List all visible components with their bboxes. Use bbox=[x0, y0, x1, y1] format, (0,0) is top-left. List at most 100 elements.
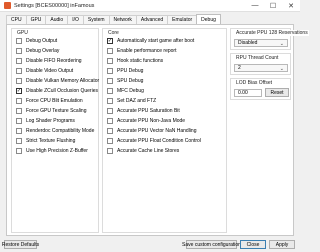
core-option[interactable]: PPU Debug bbox=[107, 68, 143, 74]
lod-bias-reset-button[interactable]: Reset bbox=[265, 88, 289, 97]
checkbox-label: Renderdoc Compatibility Mode bbox=[26, 128, 95, 134]
checkbox[interactable] bbox=[16, 98, 22, 104]
gpu-option[interactable]: ✓ Disable ZCull Occlusion Queries bbox=[16, 88, 98, 94]
checkbox[interactable]: ✓ bbox=[16, 88, 22, 94]
checkbox-label: Disable Vulkan Memory Allocator bbox=[26, 78, 100, 84]
chevron-down-icon: ⌄ bbox=[279, 66, 284, 72]
checkbox-label: Set DAZ and FTZ bbox=[117, 98, 157, 104]
checkbox[interactable] bbox=[107, 148, 113, 154]
gpu-option[interactable]: Debug Output bbox=[16, 38, 57, 44]
tab-advanced[interactable]: Advanced bbox=[135, 15, 169, 24]
checkbox-label: Automatically start game after boot bbox=[117, 38, 195, 44]
checkbox[interactable] bbox=[16, 78, 22, 84]
checkbox[interactable] bbox=[16, 68, 22, 74]
checkbox[interactable] bbox=[107, 48, 113, 54]
checkbox[interactable] bbox=[107, 88, 113, 94]
checkbox-label: Accurate PPU Float Condition Control bbox=[117, 138, 201, 144]
checkbox[interactable] bbox=[107, 138, 113, 144]
checkbox-label: Force CPU Blit Emulation bbox=[26, 98, 83, 104]
core-option[interactable]: Accurate PPU Vector NaN Handling bbox=[107, 128, 196, 134]
checkbox-label: Debug Overlay bbox=[26, 48, 60, 54]
apply-button[interactable]: Apply bbox=[269, 240, 295, 249]
gpu-option[interactable]: Log Shader Programs bbox=[16, 118, 75, 124]
tab-system[interactable]: System bbox=[82, 15, 110, 24]
debug-panel: GPU Debug Output Debug Overlay Disable FIF… bbox=[6, 24, 309, 236]
checkbox[interactable] bbox=[107, 108, 113, 114]
checkbox-label: SPU Debug bbox=[117, 78, 144, 84]
lod-bias-input[interactable]: 0.00 bbox=[234, 89, 262, 97]
lod-bias-group-title: LOD Bias Offset bbox=[235, 80, 274, 86]
gpu-option[interactable]: Disable Video Output bbox=[16, 68, 73, 74]
checkbox-label: Enable performance report bbox=[117, 48, 177, 54]
checkbox[interactable] bbox=[107, 128, 113, 134]
checkbox[interactable]: ✓ bbox=[107, 38, 113, 44]
checkbox[interactable] bbox=[16, 148, 22, 154]
checkbox-label: Use High Precision Z-Buffer bbox=[26, 148, 88, 154]
checkbox[interactable] bbox=[16, 128, 22, 134]
checkbox-label: Strict Texture Flushing bbox=[26, 138, 76, 144]
gpu-group-title: GPU bbox=[16, 30, 29, 36]
gpu-option[interactable]: Strict Texture Flushing bbox=[16, 138, 75, 144]
maximize-button[interactable]: ☐ bbox=[264, 0, 282, 12]
checkbox-label: Accurate Cache Line Stores bbox=[117, 148, 180, 154]
gpu-option[interactable]: Renderdoc Compatibility Mode bbox=[16, 128, 94, 134]
tab-audio[interactable]: Audio bbox=[45, 15, 69, 24]
save-custom-configuration-button[interactable]: Save custom configuration bbox=[182, 240, 241, 249]
checkbox-label: Accurate PPU Non-Java Mode bbox=[117, 118, 186, 124]
tab-debug[interactable]: Debug bbox=[196, 14, 221, 24]
checkbox[interactable] bbox=[16, 58, 22, 64]
core-option[interactable]: Hook static functions bbox=[107, 58, 163, 64]
checkbox-label: Accurate PPU Vector NaN Handling bbox=[117, 128, 197, 134]
gpu-option[interactable]: Debug Overlay bbox=[16, 48, 59, 54]
thread-count-group-title: RPU Thread Count bbox=[235, 55, 280, 61]
checkbox-label: Log Shader Programs bbox=[26, 118, 75, 124]
reservations-group-title: Accurate PPU 128 Reservations bbox=[235, 30, 309, 36]
close-button[interactable]: Close bbox=[240, 240, 266, 249]
lod-bias-group: LOD Bias Offset 0.00 Reset bbox=[230, 78, 291, 100]
checkbox[interactable] bbox=[107, 118, 113, 124]
checkbox[interactable] bbox=[107, 78, 113, 84]
checkbox-label: Debug Output bbox=[26, 38, 58, 44]
core-option[interactable]: ✓ Automatically start game after boot bbox=[107, 38, 194, 44]
gpu-option[interactable]: Force CPU Blit Emulation bbox=[16, 98, 83, 104]
checkbox[interactable] bbox=[107, 68, 113, 74]
thread-count-select-value: 2 bbox=[238, 65, 241, 71]
core-group-title: Core bbox=[107, 30, 120, 36]
core-option[interactable]: Accurate Cache Line Stores bbox=[107, 148, 179, 154]
checkbox[interactable] bbox=[16, 48, 22, 54]
core-option[interactable]: Accurate PPU Float Condition Control bbox=[107, 138, 201, 144]
core-option[interactable]: SPU Debug bbox=[107, 78, 143, 84]
checkbox[interactable] bbox=[16, 118, 22, 124]
close-window-button[interactable]: ✕ bbox=[282, 0, 300, 12]
core-option[interactable]: Accurate PPU Non-Java Mode bbox=[107, 118, 185, 124]
tab-emulator[interactable]: Emulator bbox=[167, 15, 198, 24]
window-title: Settings [BCES00000] inFamous bbox=[14, 2, 95, 9]
checkbox-label: Force GPU Texture Scaling bbox=[26, 108, 87, 114]
checkbox-label: Hook static functions bbox=[117, 58, 164, 64]
chevron-down-icon: ⌄ bbox=[279, 41, 284, 47]
reservations-select[interactable]: Disabled ⌄ bbox=[234, 39, 288, 47]
tab-network[interactable]: Network bbox=[108, 15, 137, 24]
checkbox-label: PPU Debug bbox=[117, 68, 144, 74]
restore-defaults-button[interactable]: Restore Defaults bbox=[2, 240, 39, 249]
thread-count-select[interactable]: 2 ⌄ bbox=[234, 64, 288, 72]
checkbox[interactable] bbox=[16, 108, 22, 114]
checkbox-label: Disable Video Output bbox=[26, 68, 74, 74]
gpu-option[interactable]: Disable Vulkan Memory Allocator bbox=[16, 78, 99, 84]
core-option[interactable]: MFC Debug bbox=[107, 88, 144, 94]
checkbox[interactable] bbox=[107, 98, 113, 104]
core-option[interactable]: Enable performance report bbox=[107, 48, 176, 54]
tab-i-o[interactable]: I/O bbox=[67, 15, 84, 24]
minimize-button[interactable]: — bbox=[246, 0, 264, 12]
core-option[interactable]: Accurate PPU Saturation Bit bbox=[107, 108, 180, 114]
tab-gpu[interactable]: GPU bbox=[25, 15, 47, 24]
core-option[interactable]: Set DAZ and FTZ bbox=[107, 98, 156, 104]
gpu-option[interactable]: Disable FIFO Reordering bbox=[16, 58, 82, 64]
gpu-option[interactable]: Force GPU Texture Scaling bbox=[16, 108, 87, 114]
gpu-option[interactable]: Use High Precision Z-Buffer bbox=[16, 148, 88, 154]
checkbox[interactable] bbox=[107, 58, 113, 64]
tab-cpu[interactable]: CPU bbox=[6, 15, 27, 24]
reservations-group: Accurate PPU 128 Reservations Disabled ⌄ bbox=[230, 28, 309, 50]
checkbox[interactable] bbox=[16, 38, 22, 44]
checkbox[interactable] bbox=[16, 138, 22, 144]
